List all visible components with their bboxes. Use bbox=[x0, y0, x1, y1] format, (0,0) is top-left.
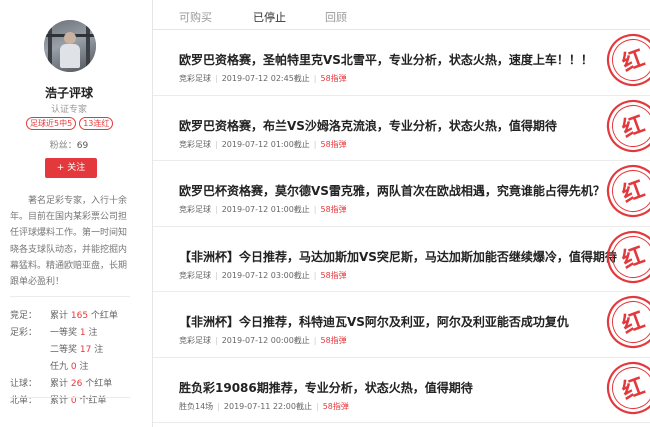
tab-available[interactable]: 可购买 bbox=[179, 9, 212, 25]
article-deadline: 2019-07-12 00:00截止 bbox=[221, 336, 310, 345]
article-category: 竞彩足球 bbox=[179, 139, 211, 149]
article-category: 竞彩足球 bbox=[179, 74, 211, 83]
stat-value: 二等奖 17 注 bbox=[50, 342, 103, 355]
record-badges: 足球近5中5 13连红 bbox=[26, 117, 114, 131]
stat-number: 17 bbox=[79, 345, 92, 355]
article-price: 58指弹 bbox=[320, 205, 347, 214]
article-item[interactable]: 欧罗巴资格赛，圣帕特里克VS北雪平，专业分析，状态火热，速度上车！！！ 竞彩足球 |… bbox=[153, 30, 650, 96]
red-result-stamp-icon: 红 bbox=[606, 361, 650, 414]
stat-value: 累计 165 个红单 bbox=[50, 308, 118, 321]
follow-button[interactable]: + 关注 bbox=[45, 158, 97, 178]
stat-label: 让球： bbox=[10, 379, 38, 389]
article-item[interactable]: 胜负彩19086期推荐，专业分析，状态火热，值得期待胜负14场 | 2019-07-… bbox=[153, 358, 650, 423]
stamp-char: 红 bbox=[619, 372, 649, 404]
article-category: 竞彩足球 bbox=[179, 205, 211, 214]
article-deadline: 2019-07-12 03:00截止 bbox=[221, 270, 310, 280]
article-title[interactable]: 欧罗巴资格赛，布兰VS沙姆洛克流浪，专业分析，状态火热，值得期待 bbox=[179, 117, 557, 134]
expert-bio: 著名足彩专家，入行十余年。目前在国内某彩票公司担任评球爆料工作。第一时间知晓各支… bbox=[10, 196, 128, 288]
fans-number: 69 bbox=[76, 141, 89, 151]
article-price: 58指弹 bbox=[320, 270, 347, 280]
article-title[interactable]: 【非洲杯】今日推荐，科特迪瓦VS阿尔及利亚，阿尔及利亚能否成功复仇 bbox=[179, 313, 569, 330]
article-meta: 胜负14场 | 2019-07-11 22:00截止 | 58指弹 bbox=[179, 401, 349, 411]
stat-prefix: 任九 bbox=[50, 362, 71, 372]
article-list: 欧罗巴资格赛，圣帕特里克VS北雪平，专业分析，状态火热，速度上车！！！ 竞彩足球 |… bbox=[153, 30, 650, 423]
avatar[interactable] bbox=[44, 20, 96, 72]
article-category: 竞彩足球 bbox=[179, 270, 211, 280]
stat-label: 足彩： bbox=[10, 328, 38, 338]
article-deadline: 2019-07-12 01:00截止 bbox=[221, 139, 310, 149]
stat-prefix: 一等奖 bbox=[50, 328, 80, 338]
article-price: 58指弹 bbox=[322, 401, 349, 411]
tab-review[interactable]: 回顾 bbox=[325, 9, 347, 25]
stat-value: 一等奖 1 注 bbox=[50, 325, 97, 338]
article-meta: 竞彩足球 | 2019-07-12 03:00截止 | 58指弹 bbox=[179, 270, 347, 280]
article-category: 胜负14场 bbox=[179, 401, 214, 411]
certification-label: 认证专家 bbox=[50, 105, 87, 115]
stat-value: 任九 0 注 bbox=[50, 359, 88, 372]
stat-suffix: 注 bbox=[85, 328, 98, 338]
stat-row: 二等奖 17 注 bbox=[10, 338, 135, 355]
stamp-char: 红 bbox=[619, 110, 649, 142]
fans-count: 粉丝：69 bbox=[0, 138, 138, 151]
stat-number: 165 bbox=[70, 311, 89, 321]
article-item[interactable]: 【非洲杯】今日推荐，马达加斯加VS突尼斯，马达加斯加能否继续爆冷，值得期待竞彩足… bbox=[153, 227, 650, 292]
stat-label: 竞足： bbox=[10, 311, 38, 321]
article-title[interactable]: 欧罗巴杯资格赛，莫尔德VS雷克雅，两队首次在欧战相遇，究竟谁能占得先机？ bbox=[179, 182, 605, 199]
streak-badge: 13连红 bbox=[79, 117, 114, 130]
stat-row: 足彩： 一等奖 1 注 bbox=[10, 321, 135, 338]
expert-name: 浩子评球 bbox=[44, 86, 93, 100]
red-result-stamp-icon: 红 bbox=[606, 164, 650, 218]
stat-row: 竞足： 累计 165 个红单 bbox=[10, 304, 135, 321]
article-title[interactable]: 【非洲杯】今日推荐，马达加斯加VS突尼斯，马达加斯加能否继续爆冷，值得期待 bbox=[179, 248, 617, 265]
stat-value: 累计 26 个红单 bbox=[50, 376, 112, 389]
article-deadline: 2019-07-12 02:45截止 bbox=[221, 74, 310, 83]
article-item[interactable]: 【非洲杯】今日推荐，科特迪瓦VS阿尔及利亚，阿尔及利亚能否成功复仇竞彩足球 | 20… bbox=[153, 292, 650, 358]
stat-suffix: 个红单 bbox=[82, 379, 113, 389]
stat-prefix: 累计 bbox=[50, 311, 71, 321]
recent-record-badge: 足球近5中5 bbox=[26, 117, 77, 130]
stat-row: 让球： 累计 26 个红单 bbox=[10, 372, 135, 389]
article-title[interactable]: 欧罗巴资格赛，圣帕特里克VS北雪平，专业分析，状态火热，速度上车！！！ bbox=[179, 51, 593, 68]
expert-profile-panel: 浩子评球 认证专家 足球近5中5 13连红 粉丝：69 + 关注 著名足彩专家，… bbox=[0, 0, 138, 427]
article-meta: 竞彩足球 | 2019-07-12 01:00截止 | 58指弹 bbox=[179, 139, 347, 149]
article-title[interactable]: 胜负彩19086期推荐，专业分析，状态火热，值得期待 bbox=[179, 379, 473, 396]
tab-stopped[interactable]: 已停止 bbox=[253, 9, 286, 25]
article-deadline: 2019-07-11 22:00截止 bbox=[223, 401, 312, 411]
stat-suffix: 注 bbox=[76, 362, 89, 372]
divider bbox=[10, 296, 130, 297]
stat-suffix: 注 bbox=[91, 345, 104, 355]
red-result-stamp-icon: 红 bbox=[606, 33, 650, 87]
article-category: 竞彩足球 bbox=[179, 336, 211, 345]
red-result-stamp-icon: 红 bbox=[606, 230, 650, 283]
article-deadline: 2019-07-12 01:00截止 bbox=[221, 205, 310, 214]
stamp-char: 红 bbox=[619, 307, 649, 339]
stamp-char: 红 bbox=[619, 45, 649, 77]
red-result-stamp-icon: 红 bbox=[606, 99, 650, 152]
article-meta: 竞彩足球 | 2019-07-12 02:45截止 | 58指弹 bbox=[179, 74, 347, 83]
article-price: 58指弹 bbox=[320, 336, 347, 345]
stat-suffix: 个红单 bbox=[88, 311, 118, 321]
stat-number: 26 bbox=[70, 379, 83, 389]
stat-row: 任九 0 注 bbox=[10, 355, 135, 372]
fans-label: 粉丝： bbox=[49, 141, 77, 151]
stat-label: 北单： bbox=[10, 396, 38, 406]
article-price: 58指弹 bbox=[320, 74, 347, 83]
divider bbox=[10, 397, 130, 398]
stats-list: 竞足： 累计 165 个红单 足彩： 一等奖 1 注二等奖 17 注任九 0 注让球：… bbox=[10, 304, 135, 406]
article-item[interactable]: 欧罗巴资格赛，布兰VS沙姆洛克流浪，专业分析，状态火热，值得期待竞彩足球 | 201… bbox=[153, 96, 650, 161]
stat-prefix: 二等奖 bbox=[50, 345, 80, 355]
article-meta: 竞彩足球 | 2019-07-12 00:00截止 | 58指弹 bbox=[179, 336, 347, 345]
stamp-char: 红 bbox=[619, 241, 649, 273]
article-meta: 竞彩足球 | 2019-07-12 01:00截止 | 58指弹 bbox=[179, 205, 347, 214]
article-price: 58指弹 bbox=[320, 139, 347, 149]
red-result-stamp-icon: 红 bbox=[606, 295, 650, 349]
stat-value: 累计 0 个红单 bbox=[50, 393, 106, 406]
article-item[interactable]: 欧罗巴杯资格赛，莫尔德VS雷克雅，两队首次在欧战相遇，究竟谁能占得先机？ 竞彩足球… bbox=[153, 161, 650, 227]
stat-prefix: 累计 bbox=[50, 379, 71, 389]
tab-bar: 可购买 已停止 回顾 bbox=[153, 0, 650, 30]
stamp-char: 红 bbox=[619, 176, 649, 208]
